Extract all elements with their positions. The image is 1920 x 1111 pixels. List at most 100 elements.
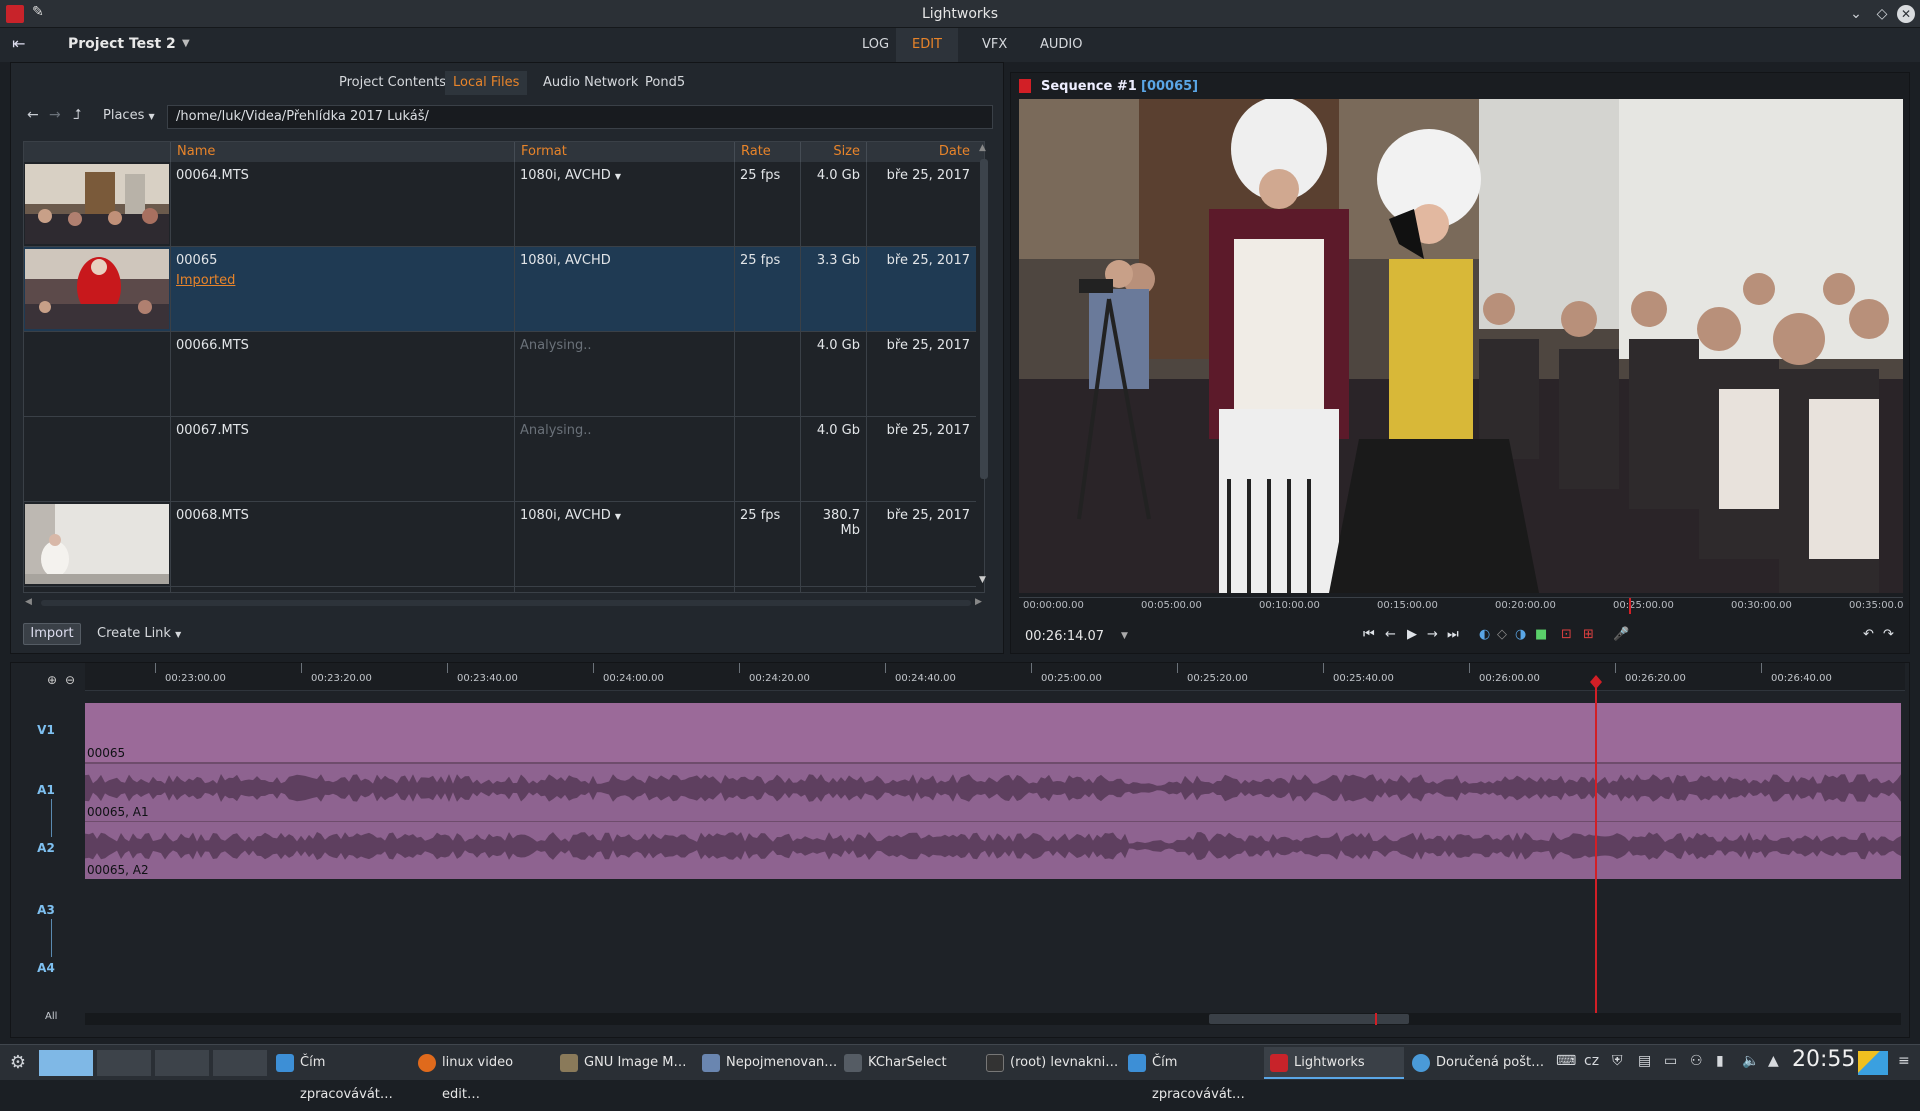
viewer-ruler[interactable]: 00:00:00.00 00:05:00.00 00:10:00.00 00:1…: [1019, 597, 1903, 615]
table-horizontal-scrollbar[interactable]: ◀ ▶: [25, 597, 987, 609]
timecode-display[interactable]: 00:26:14.07: [1025, 629, 1104, 644]
task-button[interactable]: Čím zpracovávát…: [270, 1047, 410, 1102]
task-label: Lightworks: [1294, 1055, 1365, 1070]
table-row[interactable]: 00067.MTS Analysing.. 4.0 Gb bře 25, 201…: [24, 417, 976, 502]
table-row[interactable]: 00065 Imported 1080i, AVCHD 25 fps 3.3 G…: [24, 247, 976, 332]
column-rate[interactable]: Rate: [734, 142, 800, 162]
mark-in-icon[interactable]: ◐: [1479, 627, 1490, 642]
zoom-in-icon[interactable]: ⊕: [47, 673, 57, 687]
redo-icon[interactable]: ↷: [1883, 627, 1894, 642]
tab-project-contents[interactable]: Project Contents: [331, 71, 454, 95]
audio-clip-a2[interactable]: 00065, A2: [85, 821, 1901, 879]
desktop-1[interactable]: [38, 1049, 94, 1077]
path-field[interactable]: /home/luk/Videa/Přehlídka 2017 Lukáš/: [167, 105, 993, 129]
go-to-end-icon[interactable]: ⏭: [1447, 627, 1459, 642]
task-button[interactable]: Čím zpracovávát…: [1122, 1047, 1262, 1102]
task-button[interactable]: Nepojmenovan…: [696, 1047, 837, 1079]
tab-audio-network[interactable]: Audio Network: [535, 71, 646, 95]
viewer-playhead[interactable]: [1629, 598, 1631, 614]
maximize-icon[interactable]: ◇: [1872, 4, 1892, 24]
tab-pond5[interactable]: Pond5: [637, 71, 693, 95]
mark-out-icon[interactable]: ◑: [1515, 627, 1526, 642]
timeline-playhead[interactable]: [1595, 681, 1597, 1019]
cue-icon[interactable]: ■: [1535, 627, 1547, 642]
column-name[interactable]: Name: [170, 142, 514, 162]
places-dropdown[interactable]: Places ▼: [103, 108, 155, 123]
track-label-a1[interactable]: A1: [31, 783, 61, 797]
file-format[interactable]: 1080i, AVCHD ▼: [520, 508, 621, 523]
tab-vfx[interactable]: VFX: [966, 28, 1023, 62]
desktop-3[interactable]: [154, 1049, 210, 1077]
task-label: linux video edit…: [442, 1055, 514, 1102]
undo-icon[interactable]: ↶: [1863, 627, 1874, 642]
create-link-dropdown[interactable]: Create Link ▼: [97, 626, 181, 641]
table-vertical-scrollbar[interactable]: ▲ ▼: [977, 143, 991, 587]
task-button[interactable]: (root) levnakni…: [980, 1047, 1120, 1079]
table-row[interactable]: 00064.MTS 1080i, AVCHD ▼ 25 fps 4.0 Gb b…: [24, 162, 976, 247]
go-to-start-icon[interactable]: ⏮: [1363, 627, 1375, 642]
forward-icon[interactable]: →: [49, 107, 61, 123]
project-dropdown-icon[interactable]: ▼: [182, 38, 190, 49]
timecode-dropdown-icon[interactable]: ▼: [1121, 631, 1128, 641]
step-forward-icon[interactable]: →: [1427, 627, 1438, 642]
desktop-4[interactable]: [212, 1049, 268, 1077]
video-clip[interactable]: 00065: [85, 703, 1901, 763]
network-icon[interactable]: ⚇: [1690, 1053, 1703, 1069]
file-format[interactable]: 1080i, AVCHD ▼: [520, 168, 621, 183]
zoom-out-icon[interactable]: ⊖: [65, 673, 75, 687]
file-date: bře 25, 2017: [886, 168, 970, 183]
task-button[interactable]: Lightworks: [1264, 1047, 1404, 1079]
task-button[interactable]: KCharSelect: [838, 1047, 978, 1079]
column-size[interactable]: Size: [800, 142, 866, 162]
application-launcher-icon[interactable]: ⚙: [4, 1049, 32, 1077]
character-map-icon[interactable]: ⌨: [1556, 1053, 1576, 1069]
import-button[interactable]: Import: [23, 623, 81, 645]
project-name[interactable]: Project Test 2: [68, 36, 176, 52]
timeline-ruler[interactable]: 00:23:00.00 00:23:20.00 00:23:40.00 00:2…: [85, 663, 1905, 691]
shield-icon[interactable]: ⛨: [1612, 1053, 1623, 1069]
voiceover-mic-icon[interactable]: 🎤: [1613, 627, 1629, 642]
sequence-marker-icon: [1019, 79, 1031, 93]
replace-icon[interactable]: ⊞: [1583, 627, 1594, 642]
clipboard-icon[interactable]: ▤: [1638, 1053, 1651, 1069]
tray-expand-icon[interactable]: ▲: [1768, 1053, 1779, 1069]
video-frame[interactable]: [1019, 99, 1903, 593]
display-icon[interactable]: ▭: [1664, 1053, 1677, 1069]
all-tracks-toggle[interactable]: All: [45, 1011, 57, 1022]
back-icon[interactable]: ←: [27, 107, 39, 123]
file-date: bře 25, 2017: [886, 423, 970, 438]
column-format[interactable]: Format: [514, 142, 734, 162]
task-button[interactable]: linux video edit…: [412, 1047, 552, 1102]
play-icon[interactable]: ▶: [1407, 627, 1417, 642]
keyboard-layout[interactable]: cz: [1584, 1053, 1599, 1069]
track-label-a2[interactable]: A2: [31, 841, 61, 855]
desktop-2[interactable]: [96, 1049, 152, 1077]
desktop-preview-icon[interactable]: [1858, 1051, 1888, 1075]
column-date[interactable]: Date: [866, 142, 976, 162]
tab-local-files[interactable]: Local Files: [445, 71, 528, 95]
tab-edit[interactable]: EDIT: [896, 28, 958, 62]
exit-project-icon[interactable]: ⇤: [12, 34, 34, 54]
pin-icon[interactable]: ✎: [32, 4, 44, 20]
timeline-scrollbar[interactable]: [85, 1013, 1901, 1025]
track-label-a4[interactable]: A4: [31, 961, 61, 975]
task-button[interactable]: Doručená pošt…: [1406, 1047, 1546, 1079]
minimize-icon[interactable]: ⌄: [1846, 4, 1866, 24]
track-label-v1[interactable]: V1: [31, 723, 61, 737]
track-label-a3[interactable]: A3: [31, 903, 61, 917]
mark-clear-icon[interactable]: ◇: [1497, 627, 1507, 642]
menu-icon[interactable]: ≡: [1898, 1053, 1910, 1069]
insert-icon[interactable]: ⊡: [1561, 627, 1572, 642]
imported-link[interactable]: Imported: [176, 273, 235, 288]
up-folder-icon[interactable]: ⮥: [73, 107, 81, 123]
table-row[interactable]: 00068.MTS 1080i, AVCHD ▼ 25 fps 380.7 Mb…: [24, 502, 976, 587]
task-button[interactable]: GNU Image M…: [554, 1047, 694, 1079]
close-icon[interactable]: ✕: [1897, 5, 1915, 23]
table-row[interactable]: 00066.MTS Analysing.. 4.0 Gb bře 25, 201…: [24, 332, 976, 417]
audio-clip-a1[interactable]: 00065, A1: [85, 763, 1901, 821]
clock[interactable]: 20:55: [1792, 1047, 1855, 1072]
tab-audio[interactable]: AUDIO: [1024, 28, 1099, 62]
battery-icon[interactable]: ▮: [1716, 1053, 1724, 1069]
step-back-icon[interactable]: ←: [1385, 627, 1396, 642]
volume-icon[interactable]: 🔈: [1742, 1053, 1759, 1069]
